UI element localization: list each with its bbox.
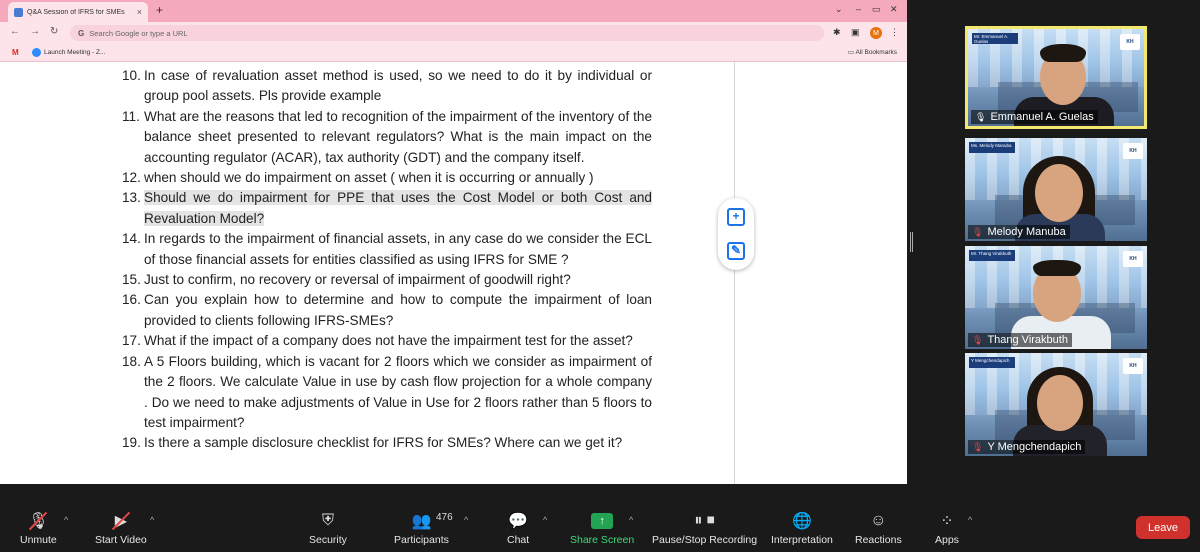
globe-icon: 🌐 [791, 513, 812, 530]
bookmarks-bar: M Launch Meeting - Z... ▭ All Bookmarks [0, 44, 907, 62]
meeting-toolbar: 🎙 Unmute ^ ▶ Start Video ^ ⛨ Security 👥 … [0, 500, 1200, 552]
list-item: 18. A 5 Floors building, which is vacant … [122, 353, 652, 430]
logo-icon: KH [1120, 34, 1140, 50]
tab-search-icon[interactable]: ⌄ [835, 4, 843, 15]
bookmark-label: Launch Meeting - Z... [44, 49, 106, 56]
share-screen-icon: ↑ [591, 513, 614, 529]
apps-button[interactable]: ⁘ Apps [935, 510, 959, 546]
zoom-meeting-window: Q&A Session of IFRS for SMEs × + ⌄ – ▭ ✕… [0, 0, 1200, 552]
video-tile-thang[interactable]: Mr. Thang Virakbuth KH 🎙 Thang Virakbuth [965, 246, 1147, 349]
nameplate-label: Ms. Melody Manuba [969, 142, 1015, 153]
video-camera-off-icon: ▶ [111, 510, 131, 532]
minimize-icon[interactable]: – [856, 4, 861, 14]
muted-microphone-icon: 🎙 [972, 334, 984, 345]
question-list: 10. In case of revaluation asset method i… [122, 66, 652, 454]
logo-icon: KH [1123, 251, 1143, 267]
add-comment-icon[interactable]: + [727, 208, 745, 226]
back-icon[interactable]: ← [10, 26, 20, 37]
video-options-caret-icon[interactable]: ^ [150, 515, 154, 525]
gmail-bookmark[interactable]: M [12, 48, 23, 57]
extensions-icon[interactable]: ✱ [833, 27, 841, 38]
logo-icon: KH [1123, 143, 1143, 159]
list-item: 15. Just to confirm, no recovery or rever… [122, 272, 571, 288]
chat-bubble-icon: 💬 [508, 513, 529, 530]
pause-stop-icon: ⏸ ⏹ [694, 512, 715, 529]
nameplate-label: Mr. Emmanuel A. Guelas [972, 33, 1018, 44]
apps-grid-icon: ⁘ [940, 513, 954, 530]
muted-microphone-icon: 🎙 [972, 441, 984, 452]
list-item: 12. when should we do impairment on asset… [122, 170, 594, 186]
page-edge [734, 62, 735, 484]
zoom-icon [32, 48, 41, 57]
nameplate-label: Mr. Thang Virakbuth [969, 250, 1015, 261]
tab-title: Q&A Session of IFRS for SMEs [27, 8, 125, 16]
microphone-icon: 🎙 [975, 111, 987, 122]
video-tile-melody[interactable]: Ms. Melody Manuba KH 🎙 Melody Manuba [965, 138, 1147, 241]
close-window-icon[interactable]: ✕ [890, 4, 898, 15]
all-bookmarks[interactable]: ▭ All Bookmarks [848, 48, 897, 56]
list-item-highlighted: 13. Should we do impairment for PPE that … [122, 190, 652, 226]
smiley-plus-icon: ☺ [870, 512, 887, 529]
menu-icon[interactable]: ⋮ [890, 27, 899, 38]
browser-tab[interactable]: Q&A Session of IFRS for SMEs × [8, 2, 148, 22]
google-icon: G [78, 28, 85, 38]
highlighted-text: Should we do impairment for PPE that use… [144, 190, 652, 226]
omnibox-placeholder: Search Google or type a URL [89, 28, 188, 38]
split-resize-handle[interactable] [910, 232, 913, 252]
logo-icon: KH [1123, 358, 1143, 374]
omnibox[interactable]: G Search Google or type a URL [70, 25, 824, 41]
nameplate-label: Y Mengchendapich [969, 357, 1015, 368]
list-item: 10. In case of revaluation asset method i… [122, 68, 652, 104]
leave-button[interactable]: Leave [1136, 516, 1190, 539]
video-tile-mengchendapich[interactable]: Y Mengchendapich KH 🎙 Y Mengchendapich [965, 353, 1147, 456]
new-tab-button[interactable]: + [156, 3, 163, 17]
participant-count-badge: 476 [436, 512, 453, 523]
list-item: 16. Can you explain how to determine and … [122, 292, 652, 328]
start-video-button[interactable]: ▶ Start Video [95, 510, 147, 546]
list-item: 17. What if the impact of a company does … [122, 333, 633, 349]
security-button[interactable]: ⛨ Security [309, 510, 347, 546]
share-options-caret-icon[interactable]: ^ [629, 515, 633, 525]
reload-icon[interactable]: ↻ [50, 26, 58, 37]
suggest-edit-icon[interactable]: ✎ [727, 242, 745, 260]
gmail-icon: M [12, 48, 19, 57]
address-bar-row: ← → ↻ G Search Google or type a URL ✱ ▣ … [0, 22, 907, 44]
apps-caret-icon[interactable]: ^ [968, 515, 972, 525]
participants-caret-icon[interactable]: ^ [464, 515, 468, 525]
video-tile-emmanuel[interactable]: Mr. Emmanuel A. Guelas KH 🎙 Emmanuel A. … [965, 26, 1147, 129]
pause-stop-recording-button[interactable]: ⏸ ⏹ Pause/Stop Recording [652, 510, 757, 546]
maximize-icon[interactable]: ▭ [872, 4, 881, 15]
shield-icon: ⛨ [321, 512, 334, 529]
participant-name-label: 🎙 Y Mengchendapich [968, 440, 1086, 454]
shared-screen: Q&A Session of IFRS for SMEs × + ⌄ – ▭ ✕… [0, 0, 907, 484]
participant-name-label: 🎙 Thang Virakbuth [968, 333, 1072, 347]
close-tab-icon[interactable]: × [137, 7, 142, 17]
chat-button[interactable]: 💬 Chat [507, 510, 529, 546]
microphone-muted-icon: 🎙 [28, 510, 49, 532]
participants-icon: 👥 [411, 513, 432, 530]
bookmark-item[interactable]: Launch Meeting - Z... [32, 48, 105, 57]
participant-name-label: 🎙 Emmanuel A. Guelas [971, 110, 1098, 124]
docs-icon [14, 7, 23, 17]
interpretation-button[interactable]: 🌐 Interpretation [771, 510, 833, 546]
share-screen-button[interactable]: ↑ Share Screen [570, 510, 634, 546]
all-bookmarks-label: All Bookmarks [855, 49, 897, 56]
side-panel-icon[interactable]: ▣ [851, 27, 860, 38]
comment-side-panel: + ✎ [718, 198, 754, 270]
muted-microphone-icon: 🎙 [972, 226, 984, 237]
reactions-button[interactable]: ☺ Reactions [855, 510, 902, 546]
audio-options-caret-icon[interactable]: ^ [64, 515, 68, 525]
profile-avatar[interactable]: M [870, 27, 882, 39]
browser-tab-bar: Q&A Session of IFRS for SMEs × + ⌄ – ▭ ✕ [0, 0, 907, 22]
unmute-button[interactable]: 🎙 Unmute [20, 510, 57, 546]
list-item: 19. Is there a sample disclosure checklis… [122, 435, 623, 451]
chat-caret-icon[interactable]: ^ [543, 515, 547, 525]
participant-name-label: 🎙 Melody Manuba [968, 225, 1070, 239]
forward-icon[interactable]: → [30, 26, 40, 37]
list-item: 14. In regards to the impairment of finan… [122, 231, 652, 267]
list-item: 11. What are the reasons that led to reco… [122, 108, 652, 165]
document-page: 10. In case of revaluation asset method i… [0, 62, 907, 484]
